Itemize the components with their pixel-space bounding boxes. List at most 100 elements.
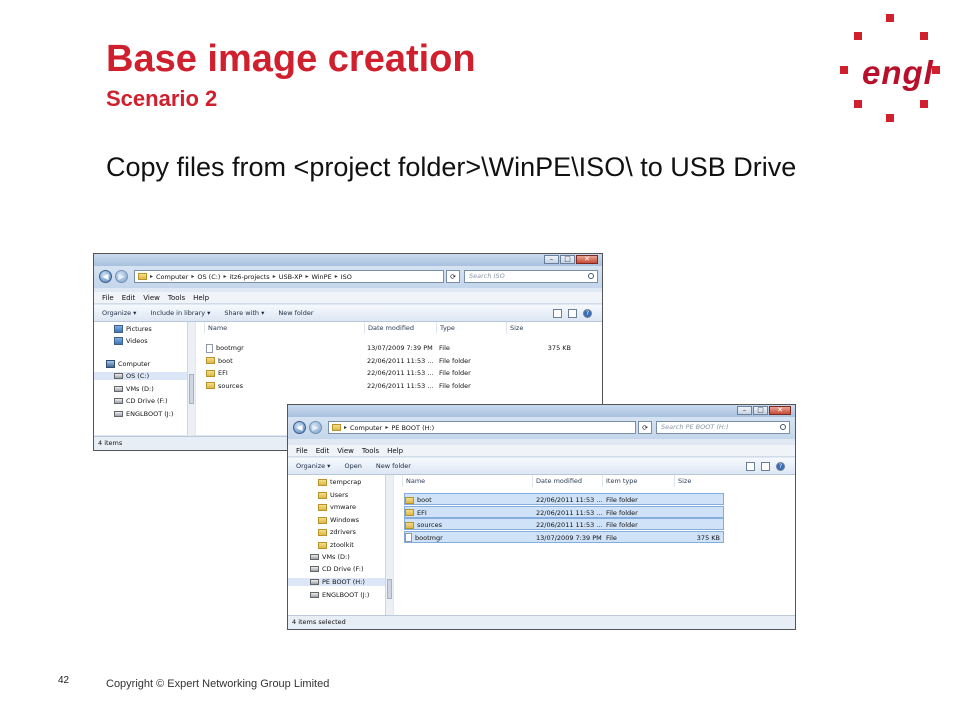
command-button[interactable]: Include in library ▾: [150, 309, 210, 317]
command-button[interactable]: Open: [344, 462, 361, 470]
nav-scrollbar[interactable]: [187, 322, 195, 435]
file-size: 375 KB: [696, 533, 720, 542]
view-options-icon[interactable]: [553, 309, 562, 318]
menu-item-file[interactable]: File: [102, 294, 114, 302]
chevron-right-icon: ▸: [344, 424, 348, 431]
drive-icon: [310, 566, 319, 572]
nav-item[interactable]: Computer: [106, 360, 150, 368]
slide-title: Base image creation: [106, 38, 476, 80]
status-bar: 4 items selected: [288, 615, 795, 629]
search-input[interactable]: Search PE BOOT (H:): [656, 421, 790, 434]
nav-item[interactable]: Videos: [114, 337, 148, 345]
view-options-icon[interactable]: [746, 462, 755, 471]
nav-item-label: OS (C:): [126, 372, 150, 380]
column-header[interactable]: Item type: [602, 475, 678, 487]
refresh-icon[interactable]: ⟳: [638, 421, 652, 434]
breadcrumb-item[interactable]: USB-XP: [279, 273, 303, 281]
nav-item[interactable]: zdrivers: [318, 528, 356, 536]
file-row[interactable]: EFI 22/06/2011 11:53 ... File folder: [206, 367, 576, 379]
back-icon[interactable]: ◀: [293, 421, 306, 434]
command-button[interactable]: New folder: [376, 462, 411, 470]
nav-item[interactable]: Pictures: [114, 325, 152, 333]
command-button[interactable]: Organize ▾: [296, 462, 330, 470]
file-date: 13/07/2009 7:39 PM: [367, 344, 433, 352]
nav-item[interactable]: Windows: [318, 516, 359, 524]
file-name-cell: sources: [206, 380, 366, 392]
nav-item-label: PE BOOT (H:): [322, 578, 365, 586]
command-button[interactable]: New folder: [278, 309, 313, 317]
file-row[interactable]: bootmgr 13/07/2009 7:39 PM File 375 KB: [206, 342, 576, 354]
menu-item-tools[interactable]: Tools: [168, 294, 185, 302]
maximize-icon[interactable]: □: [560, 255, 575, 264]
menu-item-edit[interactable]: Edit: [122, 294, 136, 302]
nav-item[interactable]: ENGLBOOT (J:): [114, 410, 173, 418]
file-row[interactable]: sources 22/06/2011 11:53 ... File folder: [206, 380, 576, 392]
minimize-icon[interactable]: –: [737, 406, 752, 415]
search-icon: [780, 424, 786, 430]
file-row[interactable]: boot 22/06/2011 11:53 ... File folder: [404, 493, 724, 505]
file-row[interactable]: boot 22/06/2011 11:53 ... File folder: [206, 355, 576, 367]
nav-item[interactable]: CD Drive (F:): [310, 565, 364, 573]
breadcrumb-item[interactable]: WinPE: [311, 273, 331, 281]
column-header[interactable]: Date modified: [364, 322, 440, 334]
title-bar[interactable]: – □ ✕: [94, 254, 602, 266]
menu-item-tools[interactable]: Tools: [362, 447, 379, 455]
nav-item[interactable]: tempcrap: [318, 478, 361, 486]
close-icon[interactable]: ✕: [769, 406, 791, 415]
nav-item[interactable]: VMs (D:): [310, 553, 350, 561]
breadcrumb-item[interactable]: PE BOOT (H:): [391, 424, 434, 432]
menu-item-view[interactable]: View: [143, 294, 160, 302]
menu-item-help[interactable]: Help: [193, 294, 209, 302]
menu-bar: File Edit View Tools Help: [94, 292, 602, 304]
file-date: 22/06/2011 11:53 ...: [367, 369, 434, 377]
file-name: bootmgr: [216, 344, 244, 352]
command-button[interactable]: Organize ▾: [102, 309, 136, 317]
maximize-icon[interactable]: □: [753, 406, 768, 415]
file-row[interactable]: bootmgr 13/07/2009 7:39 PM File 375 KB: [404, 530, 724, 543]
drive-icon: [114, 373, 123, 379]
help-icon[interactable]: ?: [776, 462, 785, 471]
nav-item[interactable]: VMs (D:): [114, 385, 154, 393]
menu-item-file[interactable]: File: [296, 447, 308, 455]
breadcrumb-item[interactable]: itz6-projects: [229, 273, 269, 281]
forward-icon[interactable]: ▶: [309, 421, 322, 434]
nav-item[interactable]: vmware: [318, 503, 356, 511]
nav-item[interactable]: ztoolkit: [318, 541, 354, 549]
file-name: sources: [218, 381, 243, 390]
command-button[interactable]: Share with ▾: [224, 309, 264, 317]
minimize-icon[interactable]: –: [544, 255, 559, 264]
menu-item-help[interactable]: Help: [387, 447, 403, 455]
address-bar[interactable]: ▸ Computer ▸ PE BOOT (H:): [328, 421, 636, 434]
breadcrumb-item[interactable]: ISO: [341, 273, 352, 281]
preview-pane-icon[interactable]: [568, 309, 577, 318]
folder-icon: [138, 273, 147, 280]
breadcrumb-item[interactable]: OS (C:): [197, 273, 220, 281]
breadcrumb-item[interactable]: Computer: [350, 424, 382, 432]
column-header[interactable]: Name: [402, 475, 536, 487]
back-icon[interactable]: ◀: [99, 270, 112, 283]
forward-icon[interactable]: ▶: [115, 270, 128, 283]
file-type: File folder: [439, 369, 471, 377]
title-bar[interactable]: – □ ✕: [288, 405, 795, 417]
column-header[interactable]: Type: [436, 322, 510, 334]
address-bar[interactable]: ▸ Computer ▸ OS (C:) ▸ itz6-projects ▸ USB-XP ▸ W…: [134, 270, 444, 283]
nav-item[interactable]: ENGLBOOT (J:): [310, 591, 369, 599]
folder-icon: [318, 503, 327, 511]
menu-item-edit[interactable]: Edit: [316, 447, 330, 455]
help-icon[interactable]: ?: [583, 309, 592, 318]
close-icon[interactable]: ✕: [576, 255, 598, 264]
column-header[interactable]: Name: [204, 322, 368, 334]
preview-pane-icon[interactable]: [761, 462, 770, 471]
search-input[interactable]: Search ISO: [464, 270, 598, 283]
file-row[interactable]: sources 22/06/2011 11:53 ... File folder: [404, 518, 724, 530]
column-header[interactable]: Size: [506, 322, 580, 334]
nav-item[interactable]: CD Drive (F:): [114, 397, 168, 405]
nav-item[interactable]: Users: [318, 491, 348, 499]
column-header[interactable]: Size: [674, 475, 728, 487]
file-row[interactable]: EFI 22/06/2011 11:53 ... File folder: [404, 505, 724, 518]
refresh-icon[interactable]: ⟳: [446, 270, 460, 283]
nav-scrollbar[interactable]: [385, 475, 393, 615]
column-header[interactable]: Date modified: [532, 475, 606, 487]
menu-item-view[interactable]: View: [337, 447, 354, 455]
breadcrumb-item[interactable]: Computer: [156, 273, 188, 281]
